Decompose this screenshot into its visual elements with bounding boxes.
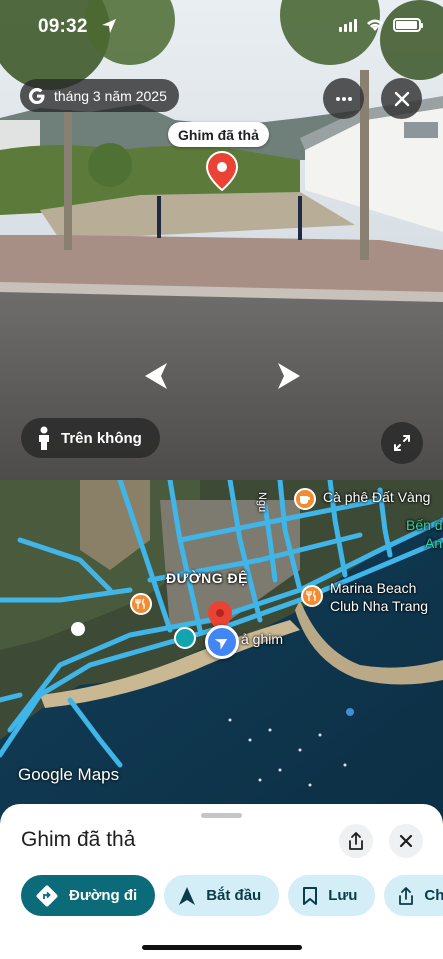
street-view-image [0,0,443,480]
fork-knife-icon [135,598,145,609]
poi-restaurant-icon[interactable] [301,585,323,607]
poi-restaurant-icon-2[interactable] [130,593,152,615]
poi-cafe-icon[interactable] [294,488,316,510]
save-label: Lưu [328,887,358,904]
fullscreen-button[interactable] [381,422,423,464]
directions-icon [36,885,58,906]
more-horizontal-icon [335,96,352,101]
status-icons [339,18,423,32]
share-icon [349,832,363,850]
district-label: ĐƯỜNG ĐỆ [166,570,249,586]
edge-label-ben: Bến đ [406,517,443,533]
save-button[interactable]: Lưu [288,875,376,916]
current-location-puck[interactable] [205,625,239,659]
google-g-icon [28,87,45,104]
bus-stop-icon[interactable] [174,627,196,649]
location-arrow-icon [102,19,116,33]
dropped-pin-marker[interactable] [205,151,239,191]
share-chip-button[interactable]: Ch [384,875,443,916]
view-mode-label: Trên không [61,429,142,447]
status-time: 09:32 [38,16,88,37]
share-button[interactable] [339,824,373,858]
bookmark-icon [303,886,318,905]
navigation-arrow-icon [214,639,228,650]
directions-button[interactable]: Đường đi [21,875,156,916]
move-right-arrow[interactable] [272,359,306,393]
fork-knife-icon [306,590,316,601]
dropped-pin-label: Ghim đã thả [168,122,269,147]
move-left-arrow[interactable] [139,359,173,393]
close-street-view-button[interactable] [381,78,422,119]
view-mode-button[interactable]: Trên không [21,418,160,458]
close-icon [394,91,409,106]
wifi-icon [367,19,383,31]
share-chip-label: Ch [424,887,443,904]
person-icon [39,426,49,450]
street-label-ngu: Ngu [256,492,268,513]
coffee-icon [300,496,310,504]
sheet-grabber[interactable] [201,813,242,818]
close-sheet-button[interactable] [389,824,423,858]
google-maps-logo: Google Maps [18,765,120,784]
start-label: Bắt đầu [206,887,262,904]
home-indicator[interactable] [142,945,302,950]
more-options-button[interactable] [323,78,364,119]
poi-marina-label-1[interactable]: Marina Beach [330,580,416,596]
place-title: Ghim đã thả [21,828,136,851]
cell-signal-icon [339,18,357,32]
battery-icon [393,18,423,32]
place-bottom-sheet[interactable]: Ghim đã thả Đường đi Bắt đầu Lưu Ch [0,804,443,959]
poi-cafe-label[interactable]: Cà phê Đất Vàng [323,489,430,505]
poi-marina-label-2[interactable]: Club Nha Trang [330,598,428,614]
share-icon [399,886,414,905]
close-icon [399,834,413,848]
transit-stop-icon[interactable] [71,622,85,636]
action-chips-row: Đường đi Bắt đầu Lưu Ch [21,875,443,916]
expand-icon [394,435,410,451]
start-button[interactable]: Bắt đầu [164,875,280,916]
street-view-panel[interactable]: 09:32 tháng 3 năm 2025 Ghim đã thả Trên … [0,0,443,480]
edge-label-an: An [425,535,443,551]
navigation-arrow-icon [179,886,196,905]
imagery-date: tháng 3 năm 2025 [54,87,167,104]
status-bar: 09:32 [0,0,443,54]
dropped-pin-map-label[interactable]: ả ghim [241,631,283,647]
imagery-date-chip[interactable]: tháng 3 năm 2025 [20,79,179,112]
directions-label: Đường đi [69,887,138,904]
